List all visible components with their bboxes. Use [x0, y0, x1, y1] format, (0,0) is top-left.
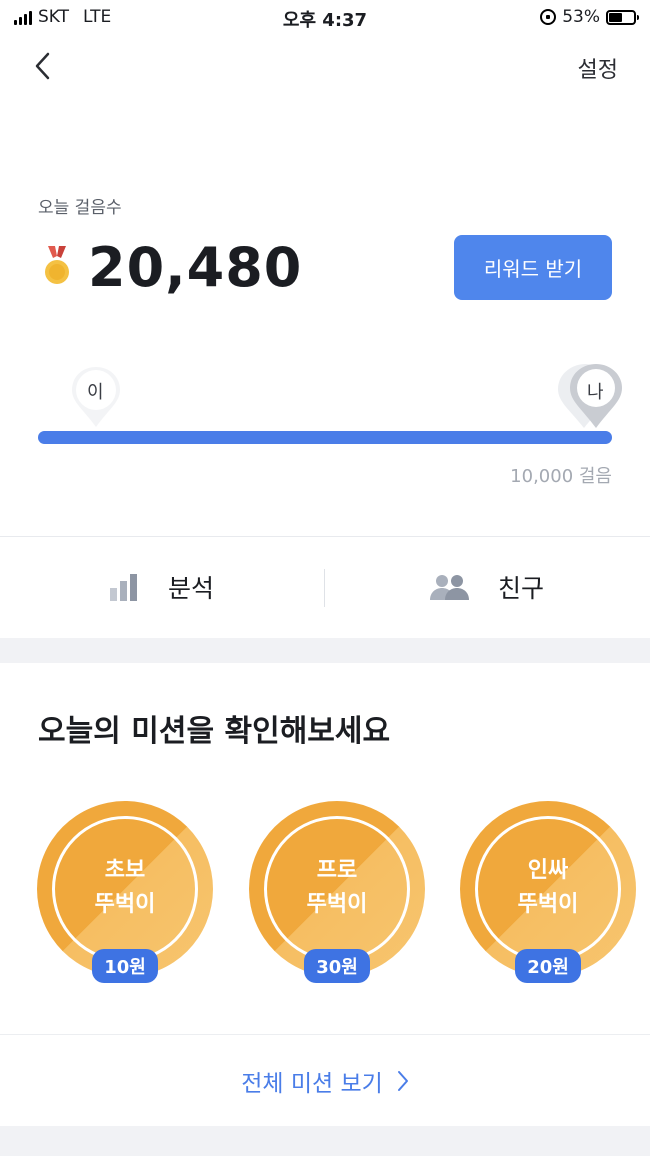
- badge-name-line1: 초보: [104, 858, 146, 883]
- chevron-right-icon: [397, 1071, 408, 1091]
- analysis-tab[interactable]: 분석: [108, 537, 214, 637]
- tab-row: 분석 친구: [0, 537, 650, 637]
- battery-icon: [606, 9, 639, 25]
- badge-name: 초보 뚜벅이: [37, 854, 213, 922]
- badge-name: 인싸 뚜벅이: [460, 854, 636, 922]
- status-right: 53%: [540, 7, 639, 27]
- battery-level: [609, 12, 622, 22]
- badge-reward: 10원: [92, 949, 158, 983]
- friends-tab[interactable]: 친구: [430, 537, 544, 637]
- people-icon: [430, 575, 469, 600]
- bar-chart-icon: [110, 574, 137, 601]
- step-count: 20,480: [88, 236, 303, 299]
- tab-separator: [324, 569, 325, 607]
- view-all-missions-link[interactable]: 전체 미션 보기: [0, 1036, 650, 1126]
- mission-badge[interactable]: 인싸 뚜벅이 20원: [460, 801, 636, 986]
- friend-marker: 이: [68, 363, 124, 431]
- nav-bar: 설정: [0, 44, 650, 88]
- badge-name-line2: 뚜벅이: [94, 892, 156, 917]
- mission-badge[interactable]: 초보 뚜벅이 10원: [37, 801, 213, 986]
- today-steps-label: 오늘 걸음수: [38, 198, 122, 218]
- badge-name-line2: 뚜벅이: [517, 892, 579, 917]
- view-all-missions-label: 전체 미션 보기: [241, 1071, 383, 1097]
- friend-marker-label: 이: [87, 382, 104, 403]
- badge-name-line2: 뚜벅이: [306, 892, 368, 917]
- rotation-lock-icon: [540, 9, 557, 25]
- badge-reward: 30원: [304, 949, 370, 983]
- steps-progress-fill: [38, 431, 612, 444]
- goal-label: 10,000 걸음: [510, 466, 612, 487]
- my-marker: 나: [556, 360, 626, 432]
- friends-tab-label: 친구: [498, 574, 545, 603]
- status-bar: SKT LTE 오후 4:37 53%: [0, 0, 650, 36]
- bottom-band: [0, 1126, 650, 1156]
- settings-button[interactable]: 설정: [578, 52, 618, 84]
- divider: [0, 1034, 650, 1035]
- mission-section-title: 오늘의 미션을 확인해보세요: [38, 714, 391, 749]
- badge-name-line1: 프로: [316, 858, 358, 883]
- badge-reward: 20원: [515, 949, 581, 983]
- badge-name: 프로 뚜벅이: [249, 854, 425, 922]
- battery-percent: 53%: [562, 7, 600, 27]
- my-marker-label: 나: [587, 382, 604, 403]
- steps-progress-bar: [38, 431, 612, 444]
- mission-badge[interactable]: 프로 뚜벅이 30원: [249, 801, 425, 986]
- medal-icon: [45, 246, 69, 284]
- chevron-left-icon: [35, 52, 50, 80]
- section-divider: [0, 638, 650, 663]
- back-button[interactable]: [28, 48, 58, 84]
- reward-button[interactable]: 리워드 받기: [454, 235, 612, 300]
- analysis-tab-label: 분석: [168, 574, 215, 603]
- badge-name-line1: 인싸: [527, 858, 569, 883]
